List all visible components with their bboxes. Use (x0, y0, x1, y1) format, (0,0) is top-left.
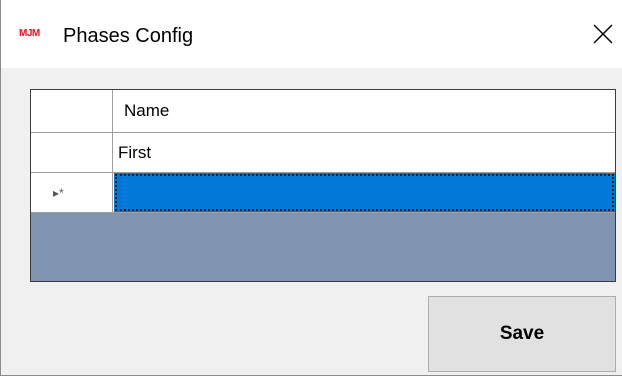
column-header-name[interactable]: Name (114, 90, 614, 132)
title-bar: MJM Phases Config (1, 0, 622, 68)
row-header[interactable]: ▸* (31, 173, 113, 212)
grid-header-row: Name (31, 90, 615, 133)
close-icon (593, 24, 613, 44)
name-cell-selected[interactable] (114, 173, 615, 212)
phases-grid[interactable]: Name First ▸* (30, 89, 616, 282)
close-button[interactable] (583, 12, 622, 56)
app-logo: MJM (19, 28, 40, 39)
name-cell[interactable]: First (114, 133, 615, 172)
new-row-indicator: ▸* (53, 186, 64, 200)
save-button[interactable]: Save (428, 296, 616, 372)
row-header[interactable] (31, 133, 113, 172)
phases-config-window: MJM Phases Config Name First ▸* Save (0, 0, 622, 376)
top-left-header-cell[interactable] (31, 90, 113, 132)
table-row[interactable]: First (31, 133, 615, 173)
window-title: Phases Config (63, 25, 194, 47)
new-row[interactable]: ▸* (31, 173, 615, 213)
